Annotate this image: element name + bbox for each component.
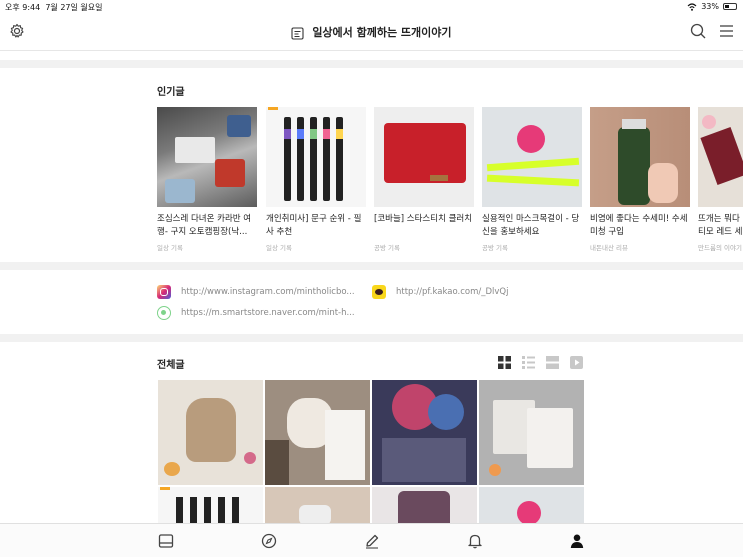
wifi-icon — [687, 2, 697, 11]
post-grid-thumbnail[interactable] — [265, 487, 370, 523]
kakao-icon — [372, 285, 386, 299]
post-thumbnail — [482, 107, 582, 207]
list-view-icon[interactable] — [522, 356, 535, 369]
blog-icon — [291, 26, 305, 40]
post-title: 비염에 좋다는 수세미! 수세미청 구입 — [590, 214, 688, 237]
instagram-icon — [157, 285, 171, 299]
bell-icon[interactable] — [467, 533, 483, 549]
post-grid-thumbnail[interactable] — [372, 380, 477, 485]
post-title: 뜨개는 뭐다 티모 레드 세 — [698, 214, 743, 237]
blog-title[interactable]: 일상에서 함께하는 뜨개이야기 — [0, 24, 743, 40]
battery-percent: 33% — [701, 2, 719, 11]
popular-post-card[interactable]: [코바늘] 스타스티치 클러치 공방 기록 — [374, 107, 474, 252]
separator — [0, 334, 743, 342]
post-thumbnail — [698, 107, 743, 207]
blog-home-icon[interactable] — [158, 533, 174, 549]
smartstore-link-text: https://m.smartstore.naver.com/mint-h... — [181, 308, 355, 318]
post-category: 일상 기록 — [157, 244, 183, 252]
pencil-icon[interactable] — [364, 533, 380, 549]
kakao-link[interactable]: http://pf.kakao.com/_DlvQj — [372, 285, 508, 299]
blog-title-text: 일상에서 함께하는 뜨개이야기 — [312, 26, 452, 39]
status-time: 오후 9:44 7월 27일 월요일 — [5, 2, 102, 13]
post-category: 공방 기록 — [482, 244, 508, 252]
video-view-icon[interactable] — [570, 356, 583, 369]
bottom-tab-bar — [0, 523, 743, 557]
post-title: 조심스레 다녀온 카라반 여행- 구지 오토캠핑장(낙... — [157, 214, 252, 237]
post-category: 만드룸의 이야기 — [698, 244, 742, 252]
battery-icon — [723, 3, 737, 10]
instagram-link-text: http://www.instagram.com/mintholicbo... — [181, 287, 355, 297]
post-thumbnail — [590, 107, 690, 207]
post-title: [코바늘] 스타스티치 클러치 — [374, 214, 473, 224]
smartstore-icon — [157, 306, 171, 320]
separator — [0, 60, 743, 68]
grid-view-icon[interactable] — [498, 356, 511, 369]
status-bar: 오후 9:44 7월 27일 월요일 33% — [0, 0, 743, 14]
status-right: 33% — [687, 2, 737, 11]
card-view-icon[interactable] — [546, 356, 559, 369]
kakao-link-text: http://pf.kakao.com/_DlvQj — [396, 287, 509, 297]
popular-post-card[interactable]: 조심스레 다녀온 카라반 여행- 구지 오토캠핑장(낙... 일상 기록 — [157, 107, 257, 252]
post-grid-thumbnail[interactable] — [479, 487, 584, 523]
post-title: 실용적인 마스크목걸이 - 당신을 홍보하세요 — [482, 214, 580, 237]
post-category: 공방 기록 — [374, 244, 400, 252]
person-icon[interactable] — [569, 533, 585, 549]
status-time-text: 오후 9:44 — [5, 3, 41, 12]
compass-icon[interactable] — [261, 533, 277, 549]
popular-post-card[interactable]: 비염에 좋다는 수세미! 수세미청 구입 내돈내산 리뷰 — [590, 107, 690, 252]
smartstore-link[interactable]: https://m.smartstore.naver.com/mint-h... — [157, 306, 355, 320]
post-title: 개인취미사] 문구 순위 - 필사 추천 — [266, 214, 362, 237]
popular-post-card[interactable]: 개인취미사] 문구 순위 - 필사 추천 일상 기록 — [266, 107, 366, 252]
post-thumbnail — [374, 107, 474, 207]
popular-section-title: 인기글 — [157, 87, 185, 98]
popular-post-card[interactable]: 뜨개는 뭐다 티모 레드 세 만드룸의 이야기 — [698, 107, 743, 252]
hamburger-menu-icon[interactable] — [719, 23, 734, 39]
post-grid-thumbnail[interactable] — [265, 380, 370, 485]
popular-post-card[interactable]: 실용적인 마스크목걸이 - 당신을 홍보하세요 공방 기록 — [482, 107, 582, 252]
separator — [0, 262, 743, 270]
all-posts-section-title: 전체글 — [157, 360, 185, 371]
search-icon[interactable] — [690, 23, 706, 39]
post-grid-thumbnail[interactable] — [479, 380, 584, 485]
post-thumbnail — [266, 107, 366, 207]
post-category: 내돈내산 리뷰 — [590, 244, 628, 252]
post-grid-thumbnail[interactable] — [158, 380, 263, 485]
post-grid-thumbnail[interactable] — [372, 487, 477, 523]
status-date: 7월 27일 월요일 — [45, 3, 103, 12]
instagram-link[interactable]: http://www.instagram.com/mintholicbo... — [157, 285, 355, 299]
top-header: 일상에서 함께하는 뜨개이야기 — [0, 14, 743, 51]
post-thumbnail — [157, 107, 257, 207]
post-grid-thumbnail[interactable] — [158, 487, 263, 523]
post-category: 일상 기록 — [266, 244, 292, 252]
